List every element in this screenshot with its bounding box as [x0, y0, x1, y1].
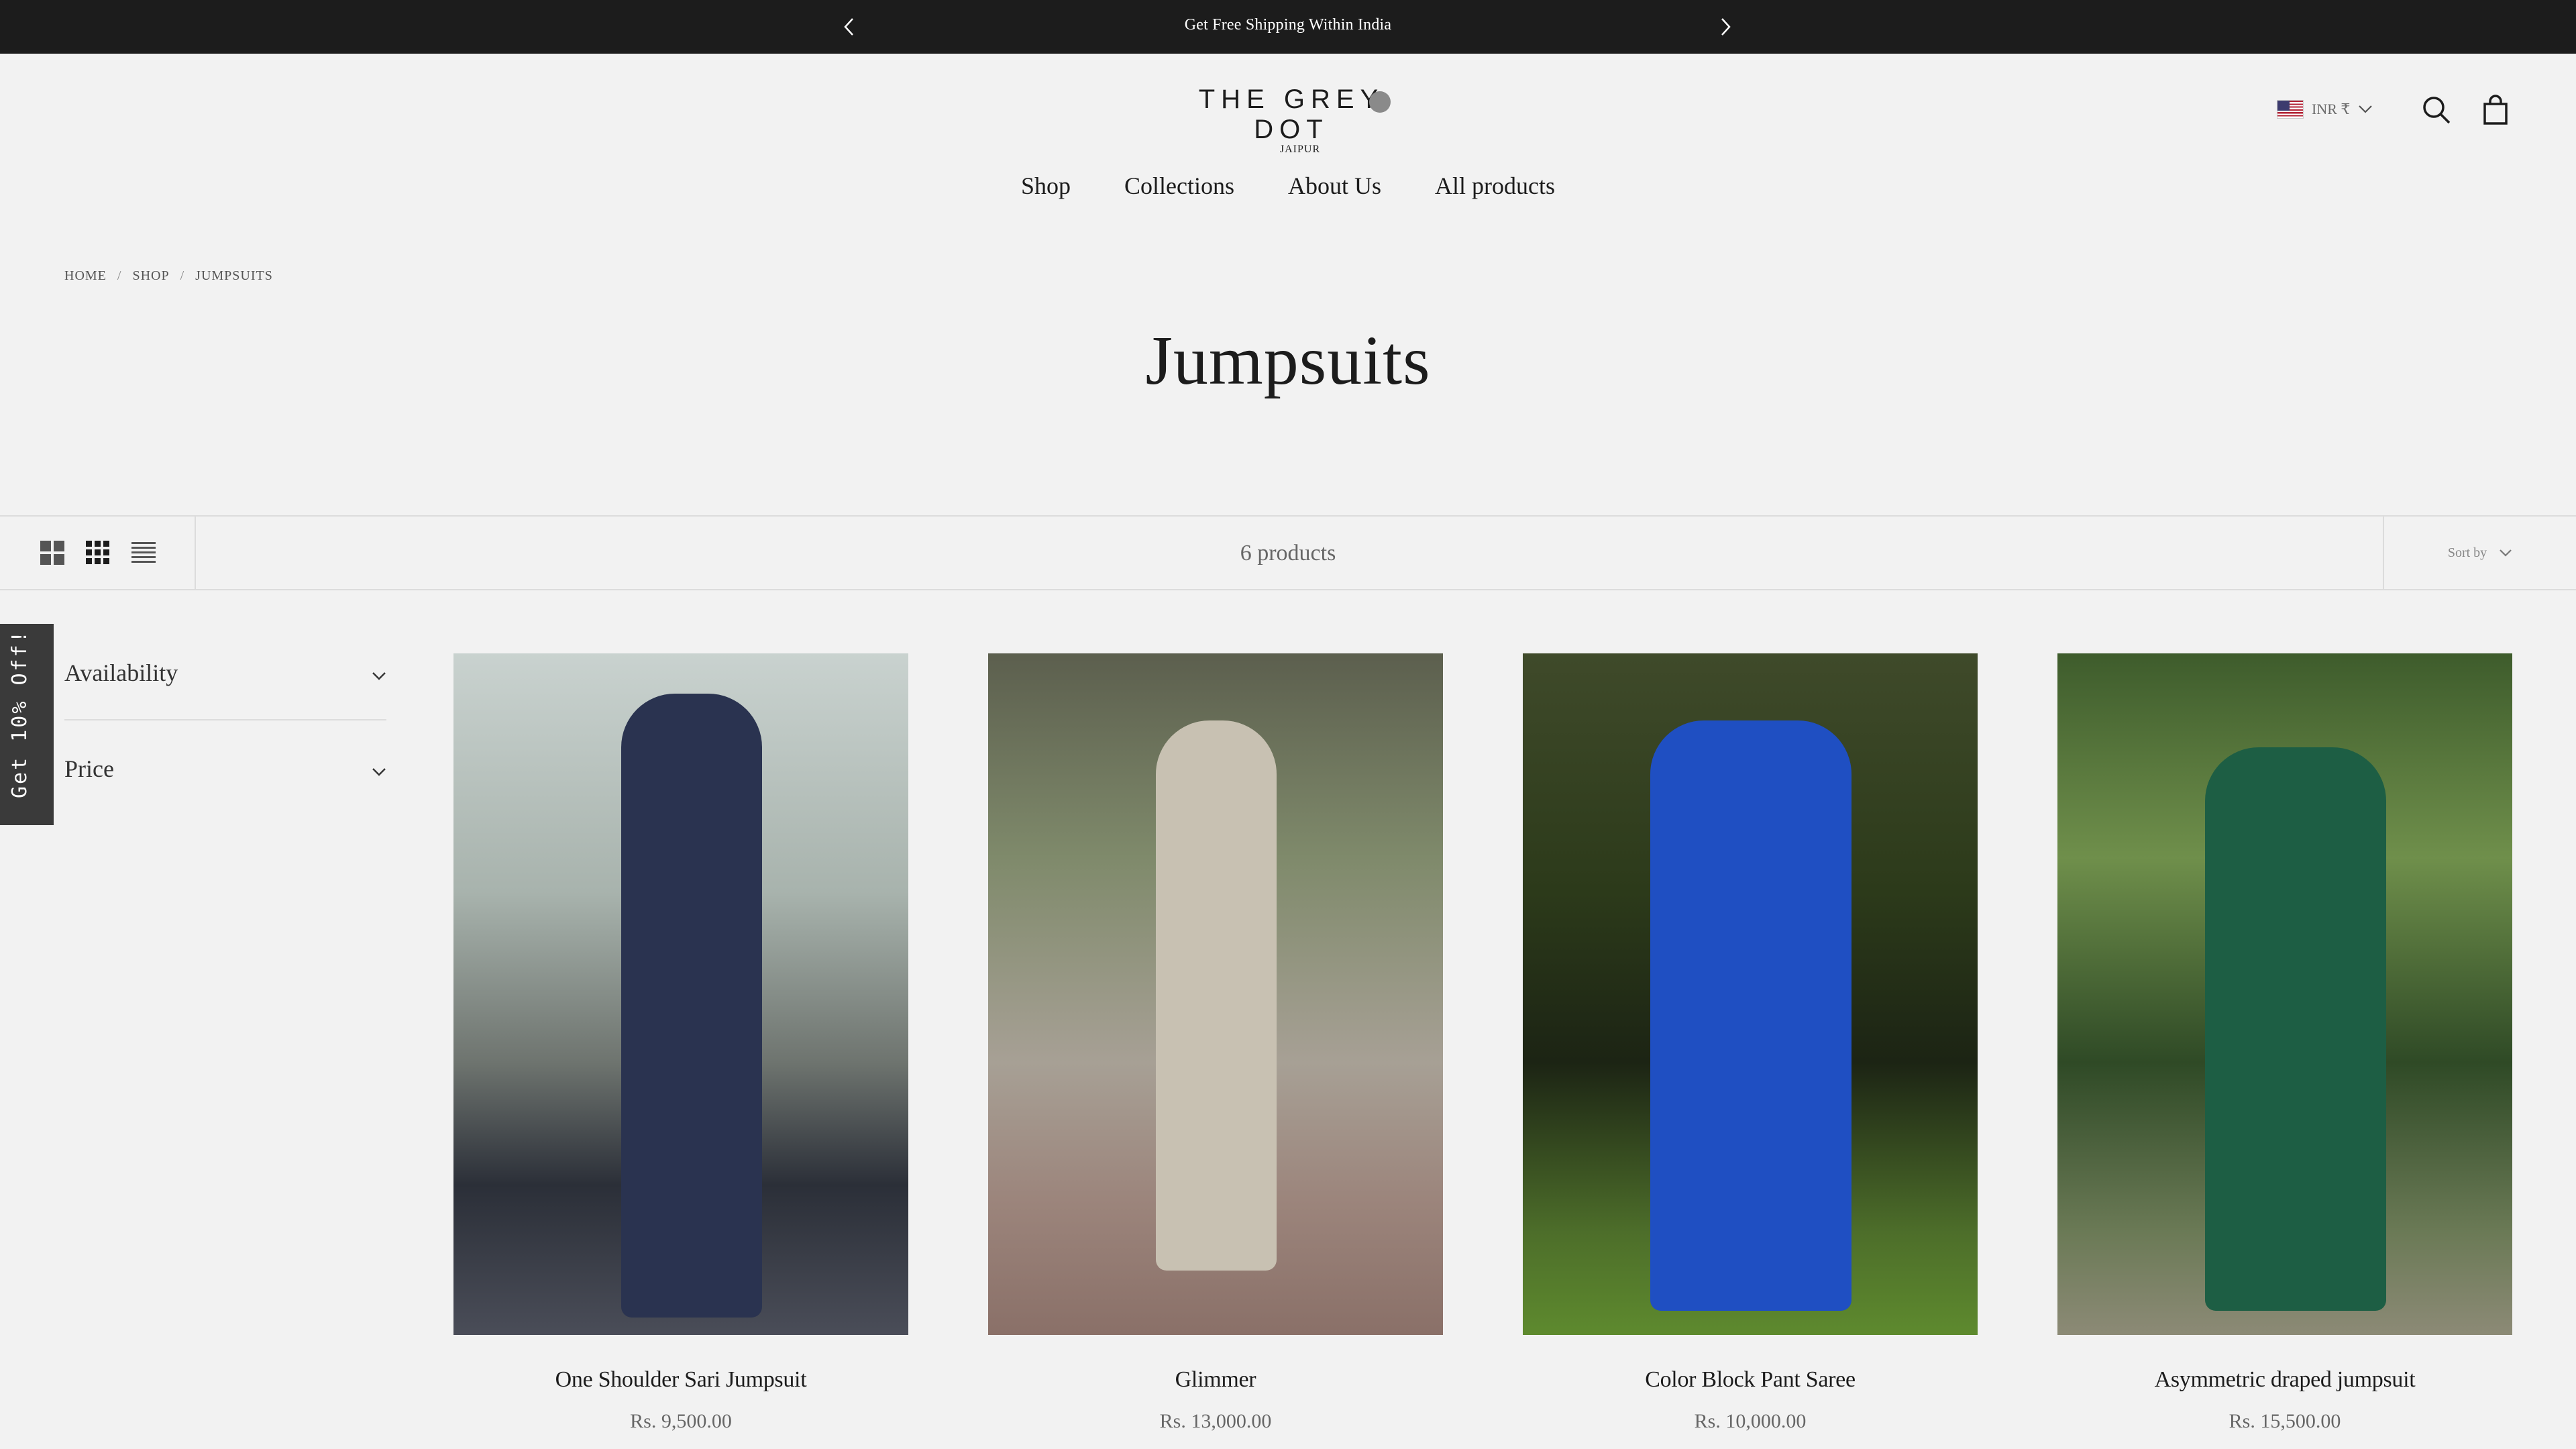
discount-popup-tab[interactable]: Get 10% Off!: [0, 624, 54, 825]
site-logo[interactable]: THE GREY DOT JAIPUR: [1175, 85, 1407, 156]
filter-availability[interactable]: Availability: [64, 641, 386, 720]
model-figure: [621, 694, 762, 1318]
product-price: Rs. 9,500.00: [630, 1410, 732, 1432]
product-name[interactable]: One Shoulder Sari Jumpsuit: [453, 1367, 908, 1393]
product-image[interactable]: [988, 653, 1443, 1335]
announcement-message[interactable]: Get Free Shipping Within India: [0, 16, 2576, 34]
product-image[interactable]: [1523, 653, 1978, 1335]
breadcrumb-home[interactable]: HOME: [64, 268, 107, 284]
currency-selector[interactable]: INR ₹: [2277, 97, 2373, 121]
chevron-down-icon: [2358, 101, 2373, 118]
product-price: Rs. 10,000.00: [1694, 1410, 1807, 1432]
sort-label: Sort by: [2447, 545, 2487, 560]
nav-item-all-products[interactable]: All products: [1435, 172, 1555, 200]
product-image[interactable]: [453, 653, 908, 1335]
sort-dropdown[interactable]: Sort by: [2383, 517, 2576, 589]
product-card[interactable]: Asymmetric draped jumpsuit Rs. 15,500.00: [2057, 653, 2512, 1433]
product-name[interactable]: Glimmer: [988, 1367, 1443, 1393]
search-icon[interactable]: [2419, 93, 2454, 127]
discount-label: Get 10% Off!: [8, 629, 32, 798]
breadcrumb-separator: /: [180, 268, 185, 283]
shopping-bag-icon[interactable]: [2478, 93, 2513, 127]
nav-item-collections[interactable]: Collections: [1124, 172, 1234, 200]
brand-location: JAIPUR: [1279, 144, 1321, 155]
model-figure: [1650, 720, 1851, 1311]
product-name[interactable]: Color Block Pant Saree: [1523, 1367, 1978, 1393]
breadcrumb-shop[interactable]: SHOP: [132, 268, 169, 284]
product-name[interactable]: Asymmetric draped jumpsuit: [2057, 1367, 2512, 1393]
breadcrumb-separator: /: [117, 268, 122, 283]
announcement-bar: Get Free Shipping Within India: [0, 0, 2576, 54]
model-figure: [2205, 747, 2386, 1311]
logo-dot: [1369, 91, 1391, 113]
product-card[interactable]: Glimmer Rs. 13,000.00: [988, 653, 1443, 1433]
product-card[interactable]: Color Block Pant Saree Rs. 10,000.00: [1523, 653, 1978, 1433]
chevron-down-icon: [372, 755, 386, 783]
page-title: Jumpsuits: [1145, 322, 1431, 399]
filter-label: Availability: [64, 659, 178, 686]
filter-label: Price: [64, 755, 114, 782]
nav-item-about-us[interactable]: About Us: [1288, 172, 1381, 200]
currency-label: INR ₹: [2312, 101, 2351, 117]
product-count: 6 products: [1240, 541, 1336, 566]
nav-item-shop[interactable]: Shop: [1021, 172, 1071, 200]
us-flag-icon: [2277, 100, 2304, 119]
breadcrumb-current: JUMPSUITS: [195, 268, 273, 283]
model-figure: [1156, 720, 1277, 1271]
collection-toolbar: 6 products Sort by: [0, 515, 2576, 590]
filter-price[interactable]: Price: [64, 737, 386, 801]
chevron-down-icon: [2499, 545, 2512, 561]
chevron-down-icon: [372, 659, 386, 687]
product-price: Rs. 13,000.00: [1159, 1410, 1272, 1432]
product-card[interactable]: One Shoulder Sari Jumpsuit Rs. 9,500.00: [453, 653, 908, 1433]
product-price: Rs. 15,500.00: [2229, 1410, 2341, 1432]
main-nav: Shop Collections About Us All products: [0, 172, 2576, 200]
breadcrumb: HOME / SHOP / JUMPSUITS: [64, 268, 273, 284]
product-image[interactable]: [2057, 653, 2512, 1335]
chevron-right-icon[interactable]: [1712, 13, 1739, 40]
